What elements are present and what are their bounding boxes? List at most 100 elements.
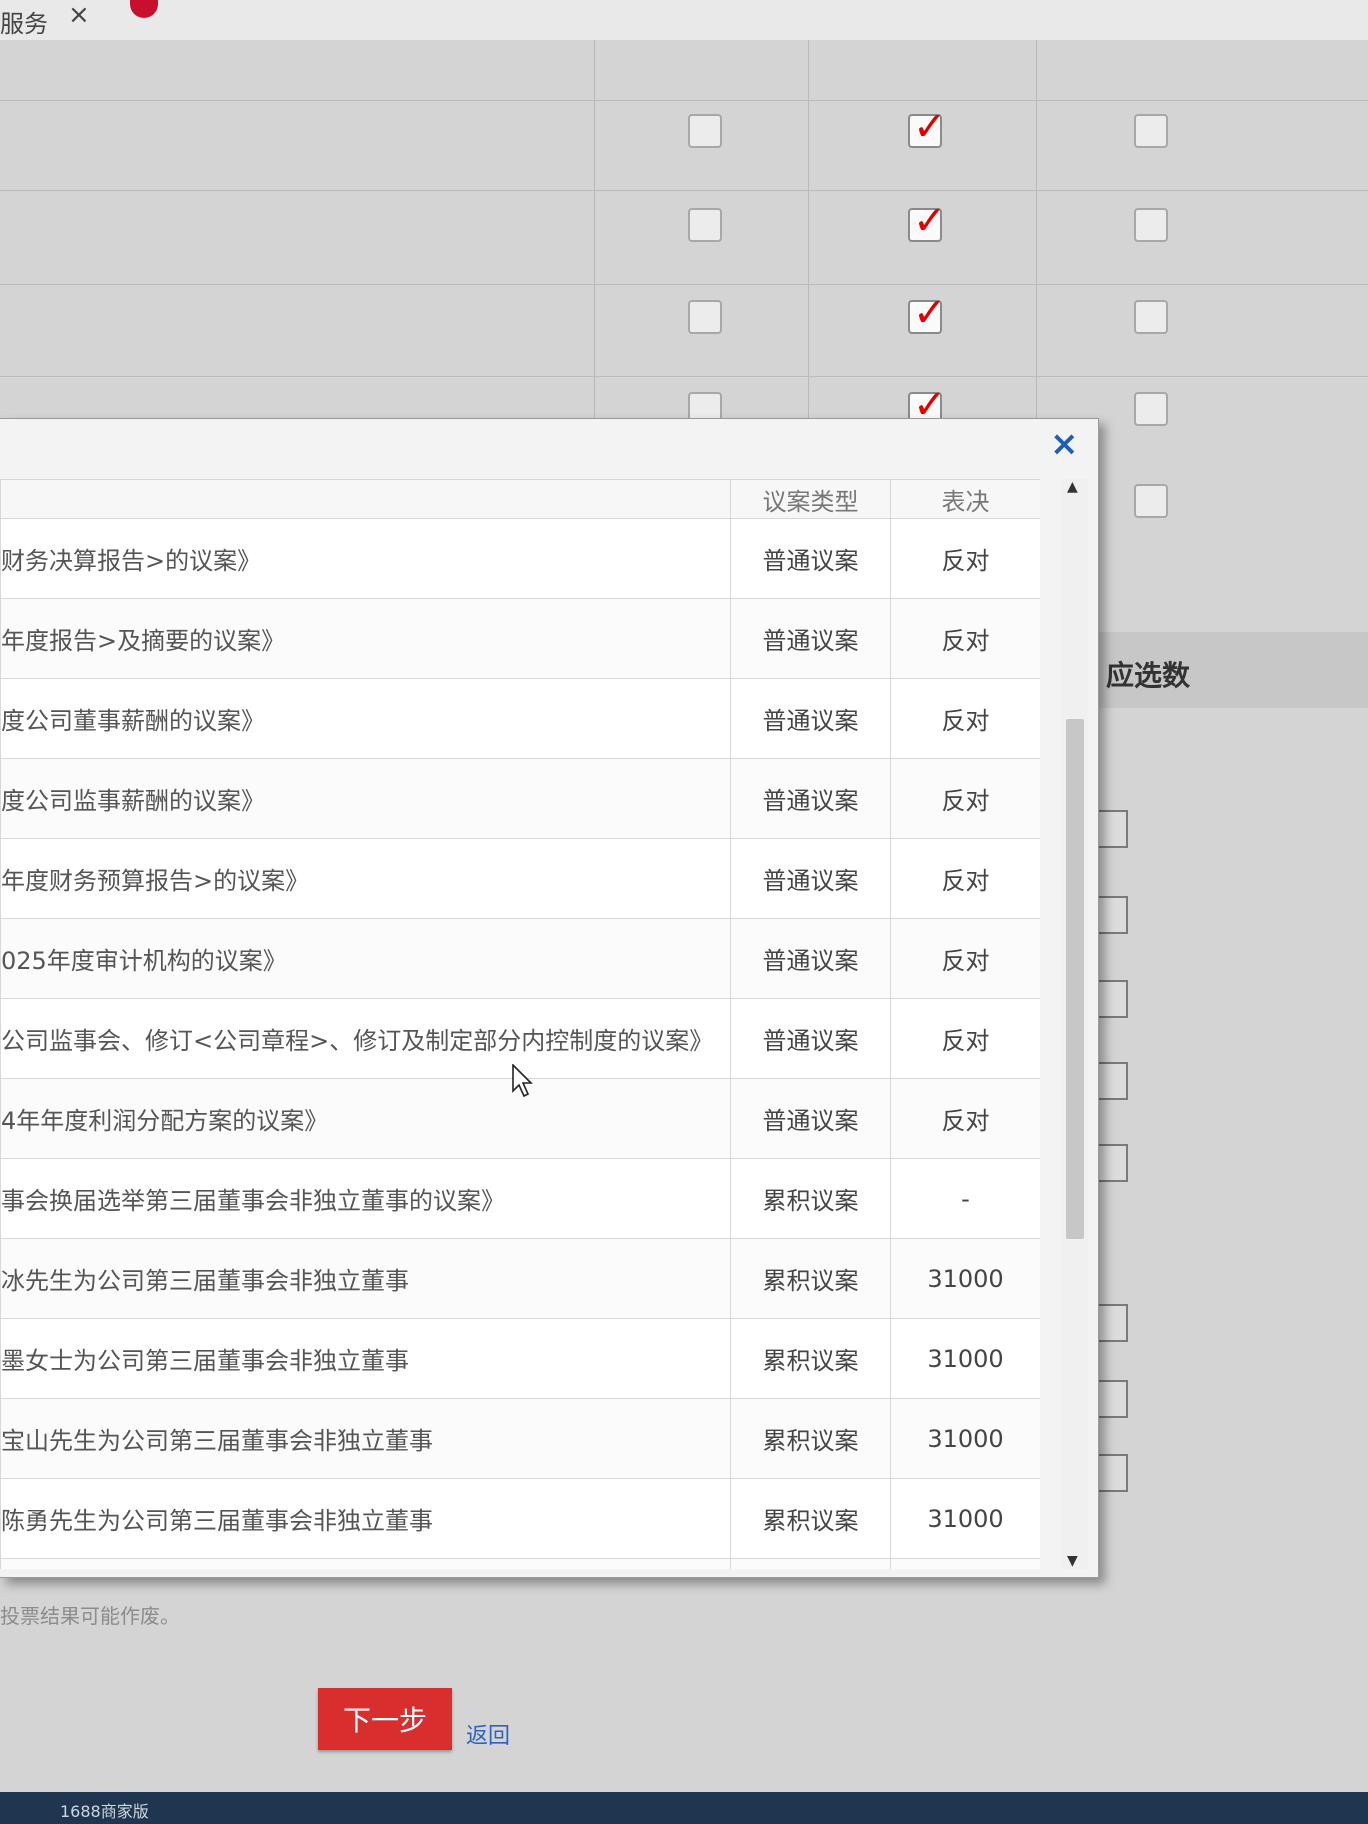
proposal-vote-cell: 反对 <box>890 918 1040 999</box>
hint-text: 投票结果可能作废。 <box>0 1604 180 1628</box>
proposal-table: 议案类型 表决 财务决算报告>的议案》 普通议案 反对 年度报告>及摘要的议案》 普通议… <box>0 479 1040 1569</box>
vote-checkbox-left[interactable] <box>688 300 722 334</box>
row-checkbox[interactable] <box>1098 1062 1128 1100</box>
proposal-name-cell: 宝山先生为公司第三届董事会非独立董事 <box>0 1398 731 1479</box>
proposal-type-cell: 普通议案 <box>730 998 891 1079</box>
proposal-type-cell: 普通议案 <box>730 598 891 679</box>
proposal-vote-cell: 反对 <box>890 998 1040 1079</box>
proposal-type-cell: 普通议案 <box>730 678 891 759</box>
proposal-vote-cell: 反对 <box>890 838 1040 919</box>
modal-scrollbar[interactable]: ▲ ▼ <box>1062 479 1088 1569</box>
row-checkbox[interactable] <box>1098 1144 1128 1182</box>
proposal-table-container[interactable]: 议案类型 表决 财务决算报告>的议案》 普通议案 反对 年度报告>及摘要的议案》 普通议… <box>0 479 1040 1569</box>
proposal-type-cell: 累积议案 <box>730 1558 891 1569</box>
proposal-type-cell: 普通议案 <box>730 518 891 599</box>
mouse-cursor-icon <box>512 1064 533 1098</box>
scrollbar-thumb[interactable] <box>1066 719 1084 1239</box>
vote-checkbox-checked[interactable] <box>908 290 947 336</box>
column-header-required-count: 应选数 <box>1090 632 1368 708</box>
proposal-vote-cell: 31000 <box>890 1558 1040 1569</box>
table-divider <box>0 100 1368 101</box>
os-taskbar: 1688商家版 <box>0 1792 1368 1824</box>
proposal-row: 度公司监事薪酬的议案》 普通议案 反对 <box>0 758 1040 839</box>
proposal-row: 财务决算报告>的议案》 普通议案 反对 <box>0 518 1040 599</box>
proposal-type-cell: 普通议案 <box>730 1078 891 1159</box>
vote-checkbox-right[interactable] <box>1134 114 1168 148</box>
proposal-vote-cell: 反对 <box>890 758 1040 839</box>
proposal-name-cell: 财务决算报告>的议案》 <box>0 518 731 599</box>
header-name-cell <box>0 479 731 519</box>
proposal-name-cell: 冰先生为公司第三届董事会非独立董事 <box>0 1238 731 1319</box>
proposal-name-cell: 公司监事会、修订<公司章程>、修订及制定部分内控制度的议案》 <box>0 998 731 1079</box>
proposal-name-cell: 025年度审计机构的议案》 <box>0 918 731 999</box>
scroll-down-icon[interactable]: ▼ <box>1067 1553 1078 1569</box>
proposal-vote-cell: 反对 <box>890 518 1040 599</box>
proposal-name-cell: 度公司监事薪酬的议案》 <box>0 758 731 839</box>
proposal-summary-dialog: × 议案类型 表决 财务决算报告>的议案》 普通议案 反对 年度报告>及摘要的议案》普… <box>0 418 1099 1578</box>
proposal-type-cell: 普通议案 <box>730 918 891 999</box>
row-checkbox[interactable] <box>1098 980 1128 1018</box>
proposal-vote-cell: 31000 <box>890 1238 1040 1319</box>
vote-checkbox-right[interactable] <box>1134 392 1168 426</box>
next-step-button[interactable]: 下一步 <box>318 1688 452 1750</box>
proposal-row: 025年度审计机构的议案》 普通议案 反对 <box>0 918 1040 999</box>
site-logo-icon <box>130 0 158 18</box>
proposal-row: 陈勇先生为公司第三届董事会非独立董事 累积议案 31000 <box>0 1478 1040 1559</box>
proposal-row: 度公司董事薪酬的议案》 普通议案 反对 <box>0 678 1040 759</box>
proposal-row: 宝山先生为公司第三届董事会非独立董事 累积议案 31000 <box>0 1398 1040 1479</box>
table-header-row: 议案类型 表决 <box>0 479 1040 519</box>
proposal-name-cell: 4年年度利润分配方案的议案》 <box>0 1078 731 1159</box>
proposal-type-cell: 累积议案 <box>730 1478 891 1559</box>
proposal-type-cell: 普通议案 <box>730 758 891 839</box>
tab-close-icon[interactable]: × <box>68 0 90 30</box>
proposal-vote-cell: 31000 <box>890 1398 1040 1479</box>
table-divider <box>0 376 1368 377</box>
proposal-name-cell: 事会换届选举第三届董事会非独立董事的议案》 <box>0 1158 731 1239</box>
vote-checkbox-right[interactable] <box>1134 208 1168 242</box>
table-divider <box>0 190 1368 191</box>
browser-tab-bar: 服务 × <box>0 0 1368 41</box>
table-divider <box>0 284 1368 285</box>
proposal-type-cell: 累积议案 <box>730 1318 891 1399</box>
proposal-vote-cell: 31000 <box>890 1318 1040 1399</box>
row-checkbox[interactable] <box>1098 810 1128 848</box>
taskbar-item[interactable]: 1688商家版 <box>60 1798 149 1822</box>
column-header-label: 应选数 <box>1106 659 1191 692</box>
proposal-name-cell: 年度报告>及摘要的议案》 <box>0 598 731 679</box>
vote-checkbox-left[interactable] <box>688 114 722 148</box>
proposal-row: 墨女士为公司第三届董事会非独立董事 累积议案 31000 <box>0 1318 1040 1399</box>
header-type-cell: 议案类型 <box>730 479 891 519</box>
proposal-vote-cell: 反对 <box>890 678 1040 759</box>
vote-checkbox-right[interactable] <box>1134 484 1168 518</box>
proposal-name-cell: 年度财务预算报告>的议案》 <box>0 838 731 919</box>
proposal-name-cell: 度公司董事薪酬的议案》 <box>0 678 731 759</box>
proposal-type-cell: 累积议案 <box>730 1158 891 1239</box>
back-link[interactable]: 返回 <box>466 1718 510 1750</box>
vote-checkbox-checked[interactable] <box>908 104 947 150</box>
proposal-type-cell: 累积议案 <box>730 1398 891 1479</box>
row-checkbox[interactable] <box>1098 1304 1128 1342</box>
proposal-vote-cell: 31000 <box>890 1478 1040 1559</box>
proposal-type-cell: 累积议案 <box>730 1238 891 1319</box>
header-vote-cell: 表决 <box>890 479 1040 519</box>
row-checkbox[interactable] <box>1098 1454 1128 1492</box>
row-checkbox[interactable] <box>1098 896 1128 934</box>
proposal-vote-cell: - <box>890 1158 1040 1239</box>
vote-checkbox-right[interactable] <box>1134 300 1168 334</box>
proposal-name-cell: 陈勇先生为公司第三届董事会非独立董事 <box>0 1478 731 1559</box>
proposal-type-cell: 普通议案 <box>730 838 891 919</box>
proposal-name-cell: 张坚先生为公司第三届董事会非独立董事 <box>0 1558 731 1569</box>
proposal-vote-cell: 反对 <box>890 1078 1040 1159</box>
vote-checkbox-left[interactable] <box>688 208 722 242</box>
row-checkbox[interactable] <box>1098 1380 1128 1418</box>
proposal-row: 事会换届选举第三届董事会非独立董事的议案》 累积议案 - <box>0 1158 1040 1239</box>
proposal-row: 年度报告>及摘要的议案》 普通议案 反对 <box>0 598 1040 679</box>
scroll-up-icon[interactable]: ▲ <box>1067 479 1078 495</box>
close-icon[interactable]: × <box>1050 427 1079 461</box>
browser-tab-label[interactable]: 服务 <box>0 4 48 39</box>
proposal-vote-cell: 反对 <box>890 598 1040 679</box>
proposal-row: 张坚先生为公司第三届董事会非独立董事累积议案31000 <box>0 1558 1040 1569</box>
proposal-row: 年度财务预算报告>的议案》 普通议案 反对 <box>0 838 1040 919</box>
proposal-name-cell: 墨女士为公司第三届董事会非独立董事 <box>0 1318 731 1399</box>
vote-checkbox-checked[interactable] <box>908 198 947 244</box>
